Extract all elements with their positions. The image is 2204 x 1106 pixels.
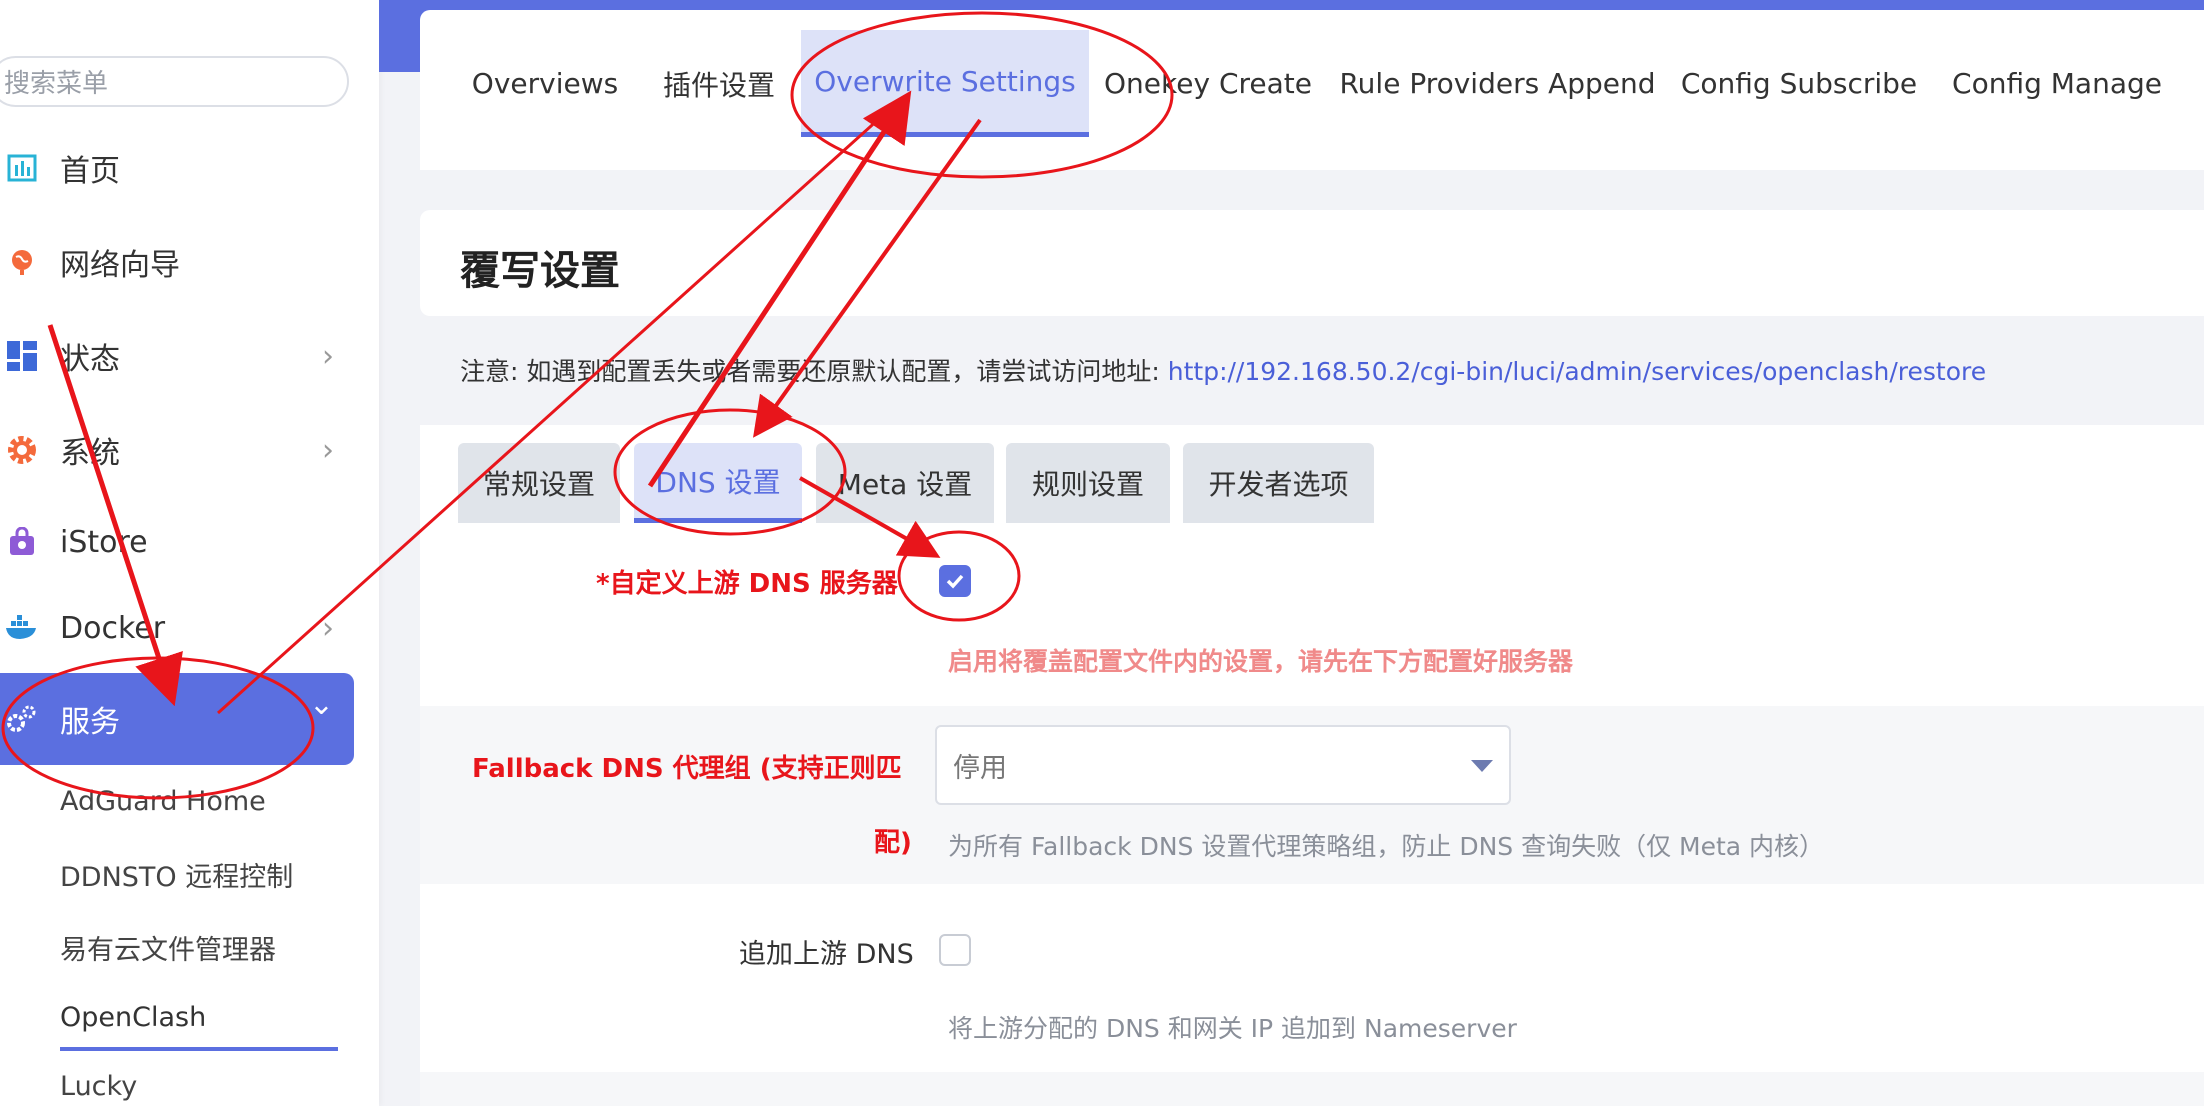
- tab-overwrite-settings[interactable]: Overwrite Settings: [801, 30, 1089, 137]
- sub-item-openclash[interactable]: OpenClash: [60, 1002, 206, 1033]
- page-title: 覆写设置: [460, 248, 620, 294]
- fallback-dns-select[interactable]: 停用: [935, 725, 1511, 805]
- custom-dns-hint: 启用将覆盖配置文件内的设置，请先在下方配置好服务器: [948, 647, 1574, 676]
- tab-rule-providers-append[interactable]: Rule Providers Append: [1339, 30, 1655, 137]
- next-row: [420, 1072, 2204, 1106]
- chevron-right-icon: ›: [322, 432, 334, 468]
- sub-item-ddnsto[interactable]: DDNSTO 远程控制: [60, 855, 293, 894]
- active-sub-indicator: [60, 1047, 338, 1051]
- notice-text: 注意: 如遇到配置丢失或者需要还原默认配置，请尝试访问地址:: [460, 357, 1168, 386]
- menu-item-home[interactable]: 首页: [0, 122, 354, 214]
- caret-down-icon: [1471, 760, 1493, 772]
- tab-overviews[interactable]: Overviews: [458, 30, 632, 137]
- menu-item-system[interactable]: 系统 ›: [0, 404, 354, 496]
- title-card: 覆写设置: [420, 210, 2204, 316]
- docker-whale-icon: [4, 610, 40, 646]
- chevron-right-icon: ›: [322, 610, 334, 646]
- subtab-dns[interactable]: DNS 设置: [634, 443, 802, 523]
- append-dns-checkbox[interactable]: [939, 934, 971, 966]
- custom-dns-checkbox[interactable]: [939, 565, 971, 597]
- menu-label: 首页: [60, 154, 120, 189]
- menu-item-network-wizard[interactable]: 网络向导: [0, 216, 354, 308]
- tab-plugin-settings[interactable]: 插件设置: [652, 30, 786, 137]
- restore-link[interactable]: http://192.168.50.2/cgi-bin/luci/admin/s…: [1168, 357, 1986, 386]
- subtab-general[interactable]: 常规设置: [458, 443, 620, 523]
- subtab-meta[interactable]: Meta 设置: [816, 443, 994, 523]
- gears-icon: [4, 701, 40, 737]
- sub-item-adguard[interactable]: AdGuard Home: [60, 786, 266, 817]
- tab-config-subscribe[interactable]: Config Subscribe: [1681, 30, 1917, 137]
- menu-item-services[interactable]: 服务 ⌄: [0, 673, 354, 765]
- sub-item-yiyouyun[interactable]: 易有云文件管理器: [60, 928, 276, 967]
- menu-label: Docker: [60, 610, 166, 646]
- sub-item-lucky[interactable]: Lucky: [60, 1071, 137, 1102]
- menu-label: 状态: [60, 342, 120, 377]
- menu-label: 系统: [60, 436, 120, 471]
- tab-config-manage[interactable]: Config Manage: [1948, 30, 2166, 137]
- menu-label: 网络向导: [60, 248, 180, 283]
- chevron-right-icon: ›: [322, 338, 334, 374]
- select-value: 停用: [953, 752, 1007, 784]
- append-dns-hint: 将上游分配的 DNS 和网关 IP 追加到 Nameserver: [948, 1014, 1517, 1043]
- gear-icon: [4, 432, 40, 468]
- append-dns-label: 追加上游 DNS: [739, 939, 914, 970]
- menu-item-status[interactable]: 状态 ›: [0, 310, 354, 402]
- restore-notice: 注意: 如遇到配置丢失或者需要还原默认配置，请尝试访问地址: http://19…: [460, 352, 1986, 388]
- menu-label: iStore: [60, 524, 148, 560]
- chevron-down-icon: ⌄: [308, 687, 334, 722]
- dashboard-chart-icon: [4, 150, 40, 186]
- fallback-dns-label: Fallback DNS 代理组 (支持正则匹: [472, 754, 902, 784]
- sidebar: 搜索菜单 首页 网络向导 状态 › 系统 › iStore Docker › 服…: [0, 0, 379, 1106]
- custom-dns-label: *自定义上游 DNS 服务器: [596, 569, 898, 599]
- globe-icon: [4, 244, 40, 280]
- subtab-developer[interactable]: 开发者选项: [1183, 443, 1374, 523]
- grid-icon: [4, 338, 40, 374]
- search-placeholder: 搜索菜单: [4, 69, 109, 99]
- menu-item-docker[interactable]: Docker ›: [0, 582, 354, 674]
- subtab-rules[interactable]: 规则设置: [1006, 443, 1170, 523]
- search-input[interactable]: 搜索菜单: [0, 56, 349, 107]
- fallback-dns-hint: 为所有 Fallback DNS 设置代理策略组，防止 DNS 查询失败（仅 M…: [948, 832, 1825, 861]
- tab-onekey-create[interactable]: Onekey Create: [1103, 30, 1313, 137]
- menu-item-istore[interactable]: iStore: [0, 496, 354, 588]
- menu-label: 服务: [60, 705, 120, 740]
- shopping-bag-icon: [4, 524, 40, 560]
- fallback-dns-label-cont: 配): [874, 828, 912, 858]
- checkmark-icon: [946, 574, 964, 589]
